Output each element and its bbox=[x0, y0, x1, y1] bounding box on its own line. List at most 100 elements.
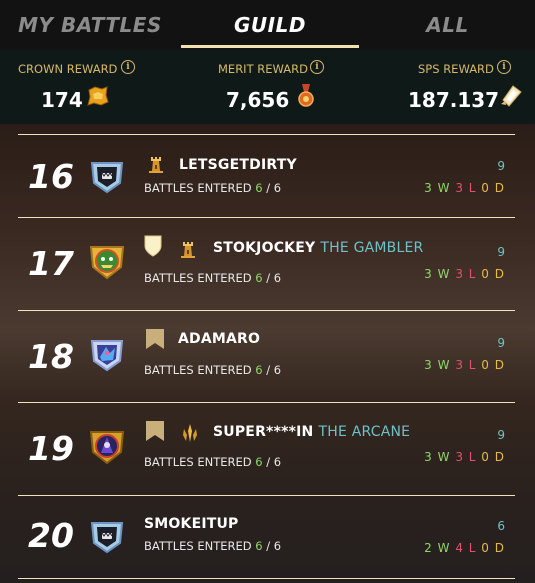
shield-badge-icon bbox=[144, 235, 162, 257]
player-title: THE GAMBLER bbox=[320, 240, 424, 256]
player-name[interactable]: SUPER****IN THE ARCANE bbox=[213, 424, 410, 440]
battles-entered-count: 6 bbox=[255, 455, 263, 469]
battles-entered-total: / 6 bbox=[266, 363, 282, 377]
guild-leaderboard: 16 LETSGETDIRTY BATTLES ENTERED 6 / 6 9 … bbox=[0, 124, 535, 583]
battles-entered: BATTLES ENTERED 6 / 6 bbox=[144, 363, 281, 377]
battles-entered-total: / 6 bbox=[266, 271, 282, 285]
rank-number: 17 bbox=[28, 244, 74, 283]
battles-entered-count: 6 bbox=[255, 271, 263, 285]
score: 9 bbox=[497, 428, 505, 442]
sps-crystal-icon bbox=[501, 85, 522, 107]
battles-entered-count: 6 bbox=[255, 181, 263, 195]
battles-entered-total: / 6 bbox=[266, 539, 282, 553]
rank-number: 18 bbox=[28, 337, 74, 376]
merit-reward: MERIT REWARD i 7,656 bbox=[180, 50, 360, 124]
losses: 3 L bbox=[455, 358, 477, 372]
battles-entered: BATTLES ENTERED 6 / 6 bbox=[144, 455, 281, 469]
losses: 3 L bbox=[455, 181, 477, 195]
wins: 2 W bbox=[424, 541, 451, 555]
wins: 3 W bbox=[424, 450, 451, 464]
score: 6 bbox=[497, 519, 505, 533]
battles-entered-label: BATTLES ENTERED bbox=[144, 363, 252, 377]
losses: 3 L bbox=[455, 450, 477, 464]
score: 9 bbox=[497, 336, 505, 350]
merit-medal-icon bbox=[298, 84, 314, 107]
wins: 3 W bbox=[424, 358, 451, 372]
info-icon[interactable]: i bbox=[121, 60, 135, 74]
row-divider bbox=[18, 578, 515, 579]
merit-reward-value: 7,656 bbox=[226, 88, 290, 112]
guild-avatar-icon bbox=[90, 522, 124, 554]
battles-entered-label: BATTLES ENTERED bbox=[144, 539, 252, 553]
losses: 3 L bbox=[455, 267, 477, 281]
win-loss-record: 3 W 3 L 0 D bbox=[424, 358, 505, 372]
draws: 0 D bbox=[481, 450, 505, 464]
guild-avatar-icon bbox=[90, 162, 124, 194]
player-name-text: STOKJOCKEY bbox=[213, 240, 316, 256]
crown-reward: CROWN REWARD i 174 bbox=[0, 50, 180, 124]
leaderboard-row[interactable]: 16 LETSGETDIRTY BATTLES ENTERED 6 / 6 9 … bbox=[0, 135, 535, 217]
score: 9 bbox=[497, 159, 505, 173]
battles-entered-label: BATTLES ENTERED bbox=[144, 181, 252, 195]
banner-badge-icon bbox=[146, 421, 164, 441]
reward-bar: CROWN REWARD i 174 MERIT REWARD i 7,656 … bbox=[0, 50, 535, 124]
score: 9 bbox=[497, 245, 505, 259]
battles-entered: BATTLES ENTERED 6 / 6 bbox=[144, 271, 281, 285]
player-name-text: LETSGETDIRTY bbox=[179, 157, 297, 173]
arcane-rank-icon bbox=[183, 424, 197, 442]
losses: 4 L bbox=[455, 541, 477, 555]
info-icon[interactable]: i bbox=[310, 60, 324, 74]
win-loss-record: 3 W 3 L 0 D bbox=[424, 181, 505, 195]
crown-reward-label: CROWN REWARD bbox=[18, 62, 118, 76]
tab-bar: MY BATTLES GUILD ALL bbox=[0, 0, 535, 50]
leaderboard-row[interactable]: 18 ADAMARO BATTLES ENTERED 6 / 6 9 3 W 3… bbox=[0, 311, 535, 402]
draws: 0 D bbox=[481, 181, 505, 195]
tab-all[interactable]: ALL bbox=[360, 0, 535, 50]
player-name-text: SMOKEITUP bbox=[144, 516, 239, 532]
sps-reward: SPS REWARD i 187.137 bbox=[360, 50, 535, 124]
battles-entered-count: 6 bbox=[255, 363, 263, 377]
draws: 0 D bbox=[481, 358, 505, 372]
tab-my-battles[interactable]: MY BATTLES bbox=[0, 0, 180, 50]
tower-rank-icon bbox=[181, 242, 195, 258]
info-icon[interactable]: i bbox=[497, 60, 511, 74]
player-name-text: SUPER****IN bbox=[213, 424, 314, 440]
rank-number: 20 bbox=[28, 516, 74, 555]
battles-entered-total: / 6 bbox=[266, 181, 282, 195]
guild-avatar-icon bbox=[90, 340, 124, 372]
rank-number: 16 bbox=[28, 157, 74, 196]
battles-entered-label: BATTLES ENTERED bbox=[144, 271, 252, 285]
draws: 0 D bbox=[481, 541, 505, 555]
win-loss-record: 3 W 3 L 0 D bbox=[424, 450, 505, 464]
leaderboard-row[interactable]: 19 SUPER****IN THE ARCANE BATTLES ENTERE… bbox=[0, 403, 535, 495]
player-name[interactable]: STOKJOCKEY THE GAMBLER bbox=[213, 240, 423, 256]
player-title: THE ARCANE bbox=[318, 424, 411, 440]
sps-reward-value: 187.137 bbox=[408, 88, 500, 112]
player-name-text: ADAMARO bbox=[178, 331, 261, 347]
battles-entered-count: 6 bbox=[255, 539, 263, 553]
draws: 0 D bbox=[481, 267, 505, 281]
battles-entered: BATTLES ENTERED 6 / 6 bbox=[144, 539, 281, 553]
player-name[interactable]: ADAMARO bbox=[178, 331, 260, 347]
player-name[interactable]: SMOKEITUP bbox=[144, 516, 239, 532]
battles-entered: BATTLES ENTERED 6 / 6 bbox=[144, 181, 281, 195]
win-loss-record: 3 W 3 L 0 D bbox=[424, 267, 505, 281]
merit-reward-label: MERIT REWARD bbox=[218, 62, 308, 76]
banner-badge-icon bbox=[146, 329, 164, 349]
win-loss-record: 2 W 4 L 0 D bbox=[424, 541, 505, 555]
player-name[interactable]: LETSGETDIRTY bbox=[179, 157, 297, 173]
sps-reward-label: SPS REWARD bbox=[418, 62, 494, 76]
leaderboard-row[interactable]: 17 STOKJOCKEY THE GAMBLER BATTLES ENTERE… bbox=[0, 218, 535, 310]
tower-rank-icon bbox=[149, 157, 163, 173]
tab-guild[interactable]: GUILD bbox=[180, 0, 360, 50]
guild-avatar-icon bbox=[89, 246, 125, 280]
crown-reward-value: 174 bbox=[41, 88, 83, 112]
rank-number: 19 bbox=[28, 429, 74, 468]
battles-entered-label: BATTLES ENTERED bbox=[144, 455, 252, 469]
crown-token-icon bbox=[87, 86, 109, 106]
wins: 3 W bbox=[424, 267, 451, 281]
leaderboard-row[interactable]: 20 SMOKEITUP BATTLES ENTERED 6 / 6 6 2 W… bbox=[0, 496, 535, 578]
battles-entered-total: / 6 bbox=[266, 455, 282, 469]
guild-avatar-icon bbox=[89, 431, 125, 465]
active-tab-indicator bbox=[181, 45, 359, 48]
